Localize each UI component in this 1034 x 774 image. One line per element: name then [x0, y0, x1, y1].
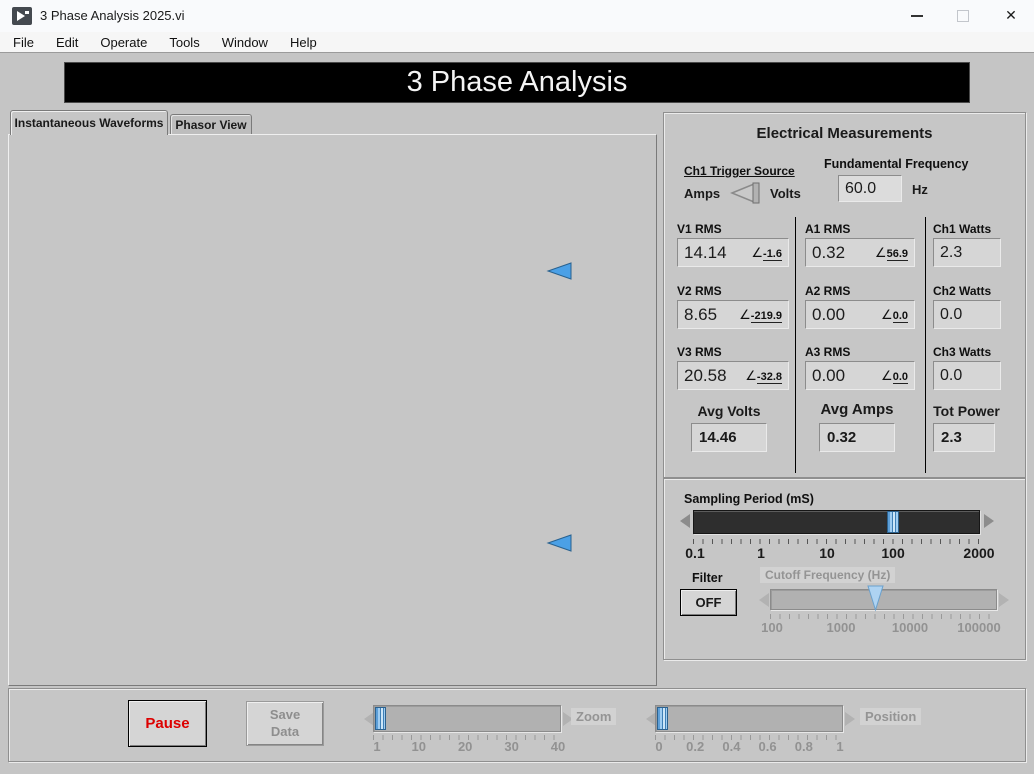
footer-panel: Pause Save Data 110203040 Zoom 00.20.40.… — [8, 688, 1026, 762]
ch2-watts-display: 0.0 — [933, 300, 1001, 329]
close-icon: ✕ — [1005, 7, 1017, 24]
menu-item-file[interactable]: File — [2, 35, 45, 50]
close-button[interactable]: ✕ — [988, 0, 1034, 31]
a2-rms-label: A2 RMS — [805, 284, 850, 298]
zoom-slider[interactable] — [373, 705, 561, 732]
fundamental-frequency-input[interactable]: 60.0 — [838, 175, 902, 202]
a1-rms-label: A1 RMS — [805, 222, 850, 236]
maximize-icon — [957, 10, 969, 22]
hz-unit-label: Hz — [912, 182, 928, 197]
avg-volts-display: 14.46 — [691, 423, 767, 452]
cutoff-slider-handle[interactable] — [867, 585, 884, 612]
trigger-source-left-label: Amps — [684, 186, 720, 201]
sampling-tick-marks — [693, 539, 980, 544]
page-title: 3 Phase Analysis — [64, 62, 970, 103]
ch1-watts-display: 2.3 — [933, 238, 1001, 267]
ch1-watts-label: Ch1 Watts — [933, 222, 991, 236]
position-scale: 00.20.40.60.81 — [9, 739, 1025, 755]
maximize-button[interactable] — [940, 0, 986, 31]
menu-item-tools[interactable]: Tools — [158, 35, 210, 50]
sampling-decrement-icon[interactable] — [680, 514, 690, 528]
avg-volts-label: Avg Volts — [677, 403, 781, 419]
cutoff-tick-marks — [770, 614, 997, 619]
sampling-panel: Sampling Period (mS) 0.11101002000 Filte… — [663, 478, 1026, 660]
measurements-title: Electrical Measurements — [664, 125, 1025, 142]
app-window: 3 Phase Analysis 2025.vi ✕ File Edit Ope… — [0, 0, 1034, 774]
tot-power-label: Tot Power — [919, 403, 1014, 419]
minimize-button[interactable] — [894, 0, 940, 31]
tab-panel — [8, 134, 657, 686]
fundamental-frequency-value[interactable]: 60.0 — [839, 180, 876, 198]
menu-item-help[interactable]: Help — [279, 35, 328, 50]
v1-rms-display: 14.14 ∠-1.6 — [677, 238, 789, 267]
sampling-slider-handle[interactable] — [887, 511, 899, 533]
v3-rms-label: V3 RMS — [677, 345, 722, 359]
filter-label: Filter — [692, 571, 723, 585]
tab-phasor-view[interactable]: Phasor View — [170, 114, 252, 135]
zoom-caption: Zoom — [571, 708, 616, 725]
avg-amps-display: 0.32 — [819, 423, 895, 452]
minimize-icon — [911, 15, 923, 17]
app-icon — [12, 7, 32, 25]
a3-rms-display: 0.00 ∠0.0 — [805, 361, 915, 390]
menu-bar: File Edit Operate Tools Window Help — [0, 32, 1034, 53]
sampling-scale: 0.11101002000 — [664, 545, 1025, 561]
ch2-watts-label: Ch2 Watts — [933, 284, 991, 298]
sampling-slider[interactable] — [693, 510, 980, 534]
menu-item-edit[interactable]: Edit — [45, 35, 89, 50]
fundamental-frequency-label: Fundamental Frequency — [824, 157, 968, 171]
electrical-measurements-panel: Electrical Measurements Ch1 Trigger Sour… — [663, 112, 1026, 478]
title-bar: 3 Phase Analysis 2025.vi ✕ — [0, 0, 1034, 33]
position-increment-icon[interactable] — [845, 712, 855, 726]
cutoff-frequency-label: Cutoff Frequency (Hz) — [760, 567, 895, 583]
v1-rms-label: V1 RMS — [677, 222, 722, 236]
column-divider — [925, 217, 926, 473]
tab-instantaneous-waveforms[interactable]: Instantaneous Waveforms — [10, 110, 168, 135]
trigger-source-label: Ch1 Trigger Source — [684, 164, 795, 178]
a3-rms-label: A3 RMS — [805, 345, 850, 359]
v2-rms-display: 8.65 ∠-219.9 — [677, 300, 789, 329]
amps-trigger-cursor-icon[interactable] — [546, 534, 572, 552]
ch3-watts-display: 0.0 — [933, 361, 1001, 390]
ch3-watts-label: Ch3 Watts — [933, 345, 991, 359]
column-divider — [795, 217, 796, 473]
trigger-source-switch[interactable] — [728, 182, 766, 204]
position-caption: Position — [860, 708, 921, 725]
sampling-period-label: Sampling Period (mS) — [684, 492, 814, 506]
position-slider[interactable] — [655, 705, 843, 732]
cutoff-decrement-icon[interactable] — [759, 593, 769, 607]
cutoff-scale: 100100010000100000 — [664, 620, 1025, 636]
filter-button[interactable]: OFF — [680, 589, 737, 616]
a2-rms-display: 0.00 ∠0.0 — [805, 300, 915, 329]
v3-rms-display: 20.58 ∠-32.8 — [677, 361, 789, 390]
a1-rms-display: 0.32 ∠56.9 — [805, 238, 915, 267]
volts-trigger-cursor-icon[interactable] — [546, 262, 572, 280]
position-slider-handle[interactable] — [657, 707, 668, 730]
window-title: 3 Phase Analysis 2025.vi — [40, 8, 185, 23]
sampling-increment-icon[interactable] — [984, 514, 994, 528]
menu-item-operate[interactable]: Operate — [89, 35, 158, 50]
zoom-slider-handle[interactable] — [375, 707, 386, 730]
trigger-source-right-label: Volts — [770, 186, 801, 201]
cutoff-increment-icon[interactable] — [999, 593, 1009, 607]
tot-power-display: 2.3 — [933, 423, 995, 452]
v2-rms-label: V2 RMS — [677, 284, 722, 298]
menu-item-window[interactable]: Window — [211, 35, 279, 50]
avg-amps-label: Avg Amps — [805, 401, 909, 418]
